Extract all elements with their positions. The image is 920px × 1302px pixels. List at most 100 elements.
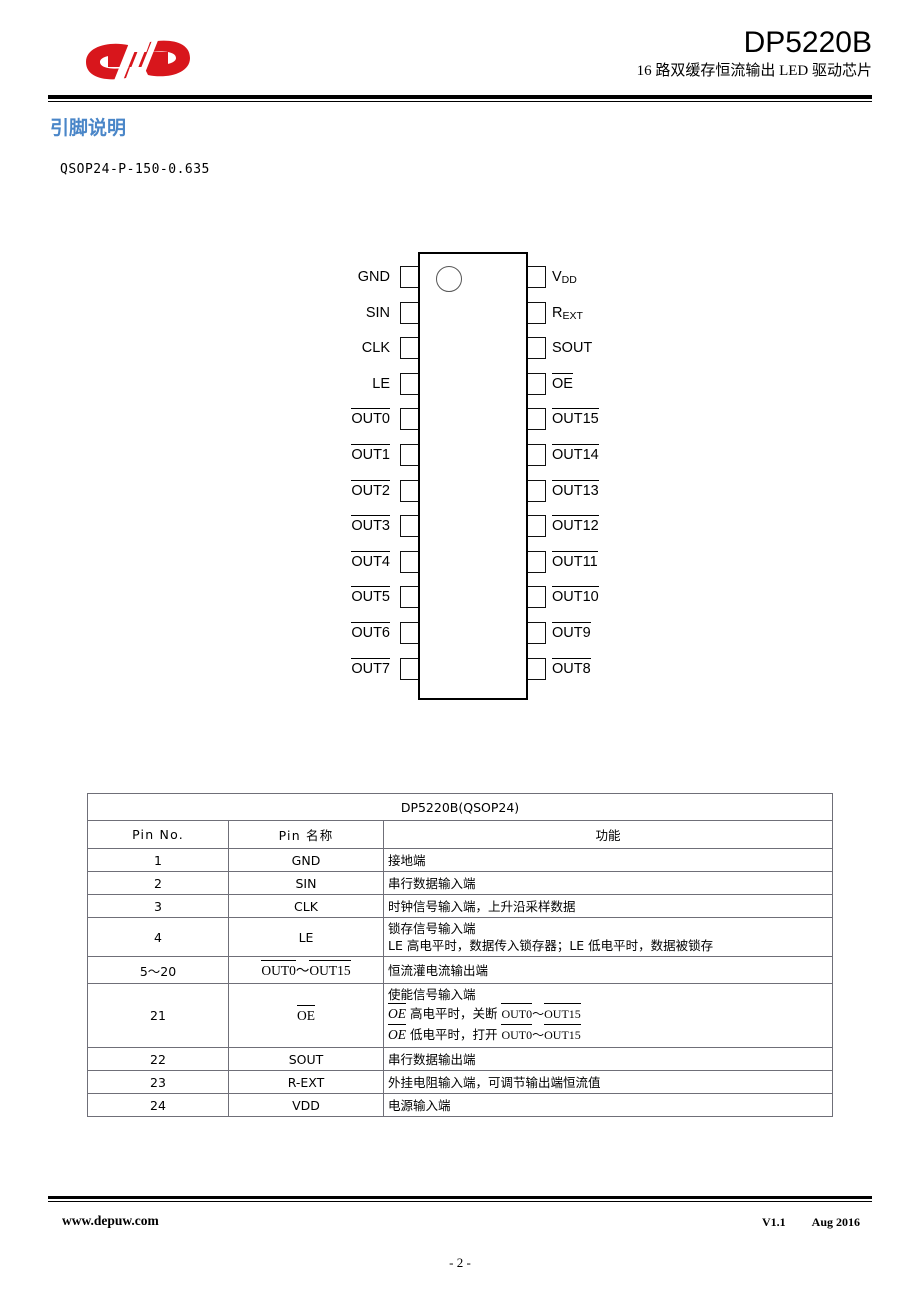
cell-pin-name: VDD <box>228 1093 384 1117</box>
pin-tab-left <box>400 515 418 538</box>
pin-tab-right <box>528 515 546 538</box>
cell-pin-name: OE <box>228 983 384 1048</box>
pin-tab-left <box>400 586 418 609</box>
datasheet-page: DP5220B 16 路双缓存恒流输出 LED 驱动芯片 引脚说明 QSOP24… <box>0 0 920 1302</box>
cell-pin-no: 22 <box>87 1047 229 1071</box>
cell-pin-no: 5～20 <box>87 956 229 984</box>
pin-tab-right <box>528 657 546 680</box>
pin-row: OUT2 OUT13 <box>330 479 630 502</box>
pin-tab-right <box>528 337 546 360</box>
table-header-row: Pin No. Pin 名称 功能 <box>87 820 833 849</box>
pin-tab-right <box>528 550 546 573</box>
pin-label-left: SIN <box>365 304 390 321</box>
column-header-pin-name: Pin 名称 <box>228 820 384 849</box>
pin-label-right: OUT8 <box>552 657 591 680</box>
table-row: 4 LE 锁存信号输入端 LE 高电平时，数据传入锁存器；LE 低电平时，数据被锁存 <box>87 917 833 957</box>
pin-tab-left <box>400 444 418 466</box>
cell-pin-name: GND <box>228 848 384 872</box>
footer-version: V1.1 <box>761 1215 786 1229</box>
pin-label-subscript: DD <box>561 273 577 286</box>
pin-label-left: OUT2 <box>351 479 390 502</box>
pin-label-right: OUT15 <box>552 408 599 430</box>
table-row: 2 SIN 串行数据输入端 <box>87 871 833 895</box>
page-header: DP5220B 16 路双缓存恒流输出 LED 驱动芯片 <box>48 26 872 98</box>
footer-website[interactable]: www.depuw.com <box>62 1213 159 1229</box>
cell-pin-name: CLK <box>228 894 384 918</box>
function-line: OE 低电平时，打开 OUT0～OUT15 <box>388 1024 828 1045</box>
title-block: DP5220B 16 路双缓存恒流输出 LED 驱动芯片 <box>637 26 872 82</box>
pin-tab-right <box>528 301 546 324</box>
pin-label-right: OUT13 <box>552 479 599 502</box>
pin-label-right: OUT11 <box>552 550 598 573</box>
function-line: 外挂电阻输入端，可调节输出端恒流值 <box>388 1074 601 1090</box>
pin-row: OUT7 OUT8 <box>330 657 630 680</box>
pin-tab-left <box>400 479 418 502</box>
pin-label-right: SOUT <box>552 340 593 357</box>
section-heading: 引脚说明 <box>50 117 127 139</box>
cell-function: 外挂电阻输入端，可调节输出端恒流值 <box>383 1070 833 1094</box>
function-line: 串行数据输入端 <box>388 875 476 891</box>
pin-row: OUT6 OUT9 <box>330 622 630 644</box>
pin-tab-right <box>528 372 546 395</box>
pin-row: OUT0 OUT15 <box>330 408 630 431</box>
table-title: DP5220B(QSOP24) <box>87 793 833 821</box>
depuw-logo <box>68 32 208 88</box>
function-line: 时钟信号输入端，上升沿采样数据 <box>388 898 576 914</box>
pin-label-left: OUT0 <box>351 408 390 430</box>
header-rule-thin <box>48 101 872 102</box>
function-line: 锁存信号输入端 <box>388 921 476 936</box>
table-row: 21 OE 使能信号输入端 OE 高电平时，关断 OUT0～OUT15 OE 低电平时，… <box>87 983 833 1048</box>
pin-tab-left <box>400 550 418 573</box>
page-subtitle: 16 路双缓存恒流输出 LED 驱动芯片 <box>636 63 872 79</box>
cell-pin-no: 2 <box>87 871 229 895</box>
cell-pin-no: 23 <box>87 1070 229 1094</box>
cell-function: 时钟信号输入端，上升沿采样数据 <box>383 894 833 918</box>
pin-tab-right <box>528 479 546 502</box>
table-title-row: DP5220B(QSOP24) <box>87 793 833 821</box>
pin-label-left: OUT4 <box>351 550 390 573</box>
pin-label-left: LE <box>372 375 390 392</box>
function-line: 串行数据输出端 <box>388 1051 476 1067</box>
cell-function: 串行数据输入端 <box>383 871 833 895</box>
pin-label-left: OUT1 <box>351 444 390 466</box>
cell-pin-name: SIN <box>228 871 384 895</box>
pin-tab-right <box>528 266 546 288</box>
pin-tab-left <box>400 408 418 431</box>
pin-row: OUT3 OUT12 <box>330 515 630 538</box>
pin-tab-right <box>528 444 546 466</box>
cell-pin-name: R-EXT <box>228 1070 384 1094</box>
pin-label-left: OUT5 <box>351 586 390 608</box>
cell-function: 串行数据输出端 <box>383 1047 833 1071</box>
page-number: - 2 - <box>449 1255 471 1270</box>
pin-label-right: OUT14 <box>552 444 599 466</box>
function-line: OE 高电平时，关断 OUT0～OUT15 <box>388 1003 828 1024</box>
function-line: 电源输入端 <box>388 1097 451 1113</box>
pin-label-right: VDD <box>552 269 577 286</box>
table-row: 22 SOUT 串行数据输出端 <box>87 1047 833 1071</box>
pin-row: SIN REXT <box>330 301 630 324</box>
pin-tab-left <box>400 266 418 288</box>
package-name: QSOP24-P-150-0.635 <box>60 162 210 177</box>
pin-label-left: CLK <box>361 340 390 357</box>
function-line: 使能信号输入端 <box>388 987 476 1002</box>
pin-tab-left <box>400 337 418 360</box>
cell-pin-name: OUT0～OUT15 <box>228 956 384 984</box>
pin-label-right: OE <box>552 372 573 395</box>
cell-function: 恒流灌电流输出端 <box>383 956 833 984</box>
function-line: 恒流灌电流输出端 <box>388 962 489 978</box>
pin-tab-right <box>528 586 546 609</box>
pin-label-right: REXT <box>552 304 583 322</box>
cell-pin-name: LE <box>228 917 384 957</box>
pin-row: GND VDD <box>330 266 630 288</box>
table-row: 24 VDD 电源输入端 <box>87 1093 833 1117</box>
function-line: 接地端 <box>388 852 426 868</box>
footer-rule-thick <box>48 1196 872 1199</box>
cell-pin-name: SOUT <box>228 1047 384 1071</box>
cell-function: 电源输入端 <box>383 1093 833 1117</box>
pin-label-left: GND <box>357 269 390 285</box>
page-title: DP5220B <box>743 26 872 59</box>
pin-row: CLK SOUT <box>330 337 630 360</box>
pin-tab-left <box>400 657 418 680</box>
cell-pin-no: 24 <box>87 1093 229 1117</box>
pin-row: OUT1 OUT14 <box>330 444 630 466</box>
